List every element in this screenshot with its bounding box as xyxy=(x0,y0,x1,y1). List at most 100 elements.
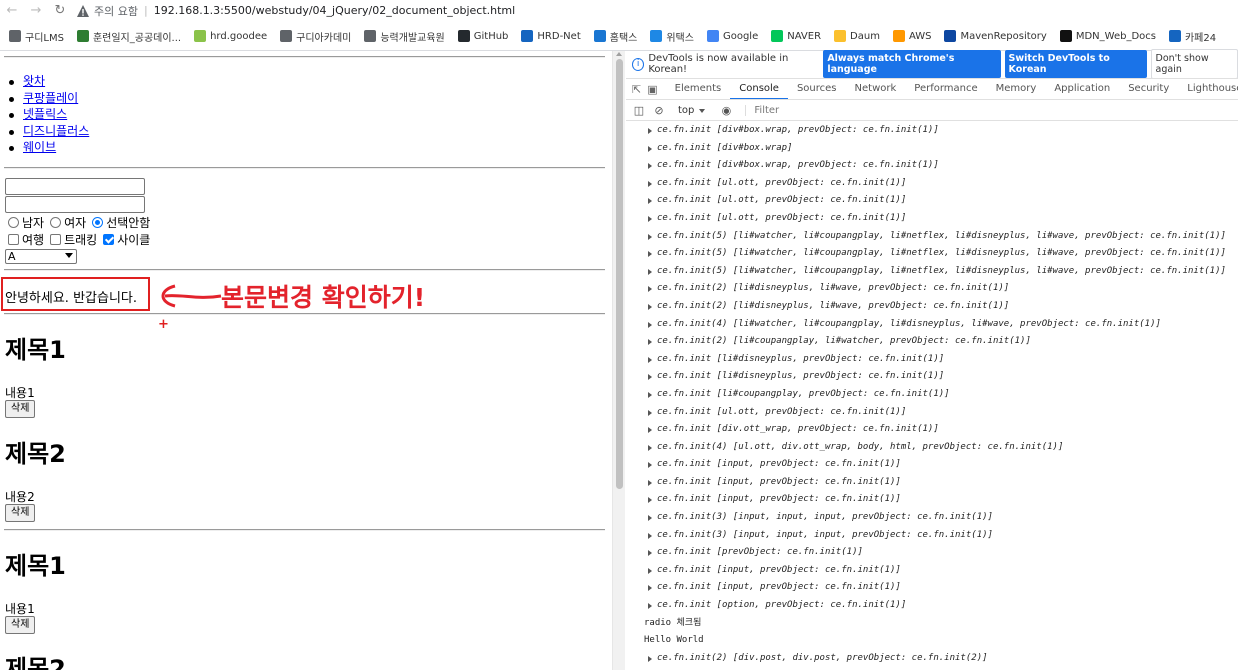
radio-button[interactable] xyxy=(92,216,104,228)
switch-korean-button[interactable]: Switch DevTools to Korean xyxy=(1004,50,1147,78)
console-log-entry[interactable]: ce.fn.init(4) [li#watcher, li#coupangpla… xyxy=(626,316,1238,334)
console-log-entry[interactable]: ce.fn.init [input, prevObject: ce.fn.ini… xyxy=(626,579,1238,597)
radio-label[interactable]: 여자 xyxy=(64,214,86,231)
console-log-entry[interactable]: ce.fn.init [option, prevObject: ce.fn.in… xyxy=(626,597,1238,615)
delete-button[interactable]: 삭제 xyxy=(5,504,36,522)
console-log-entry[interactable]: ce.fn.init(4) [ul.ott, div.ott_wrap, bod… xyxy=(626,439,1238,457)
tab-network[interactable]: Network xyxy=(846,79,906,99)
checkbox[interactable] xyxy=(8,233,19,245)
bookmark-item[interactable]: MDN_Web_Docs xyxy=(1059,30,1156,42)
checkbox-label[interactable]: 트래킹 xyxy=(64,231,97,248)
bookmark-item[interactable]: 구디LMS xyxy=(9,29,64,44)
console-log-entry[interactable]: ce.fn.init(3) [input, input, input, prev… xyxy=(626,527,1238,545)
bookmark-item[interactable]: Google xyxy=(706,30,758,42)
bookmark-item[interactable]: AWS xyxy=(892,30,931,42)
console-log-entry[interactable]: ce.fn.init [input, prevObject: ce.fn.ini… xyxy=(626,456,1238,474)
console-log-entry[interactable]: ce.fn.init(5) [li#watcher, li#coupangpla… xyxy=(626,228,1238,246)
console-log-entry[interactable]: ce.fn.init [ul.ott, prevObject: ce.fn.in… xyxy=(626,175,1238,193)
match-language-button[interactable]: Always match Chrome's language xyxy=(823,50,1001,78)
console-log-entry[interactable]: ce.fn.init(3) [input, input, input, prev… xyxy=(626,509,1238,527)
console-log-entry[interactable]: ce.fn.init [prevObject: ce.fn.init(1)] xyxy=(626,544,1238,562)
tab-memory[interactable]: Memory xyxy=(987,79,1046,99)
checkbox[interactable] xyxy=(50,233,62,245)
notice-text: DevTools is now available in Korean! xyxy=(648,53,789,75)
bookmark-item[interactable]: 구디아카데미 xyxy=(280,29,351,44)
console-log-entry[interactable]: ce.fn.init(2) [li#disneyplus, li#wave, p… xyxy=(626,280,1238,298)
console-log-entry[interactable]: ce.fn.init [ul.ott, prevObject: ce.fn.in… xyxy=(626,210,1238,228)
text-input-1[interactable] xyxy=(5,178,145,195)
scroll-up-icon[interactable] xyxy=(616,52,622,56)
back-icon[interactable]: ← xyxy=(0,3,24,18)
console-log-entry[interactable]: ce.fn.init(2) [li#disneyplus, li#wave, p… xyxy=(626,298,1238,316)
checkbox-label[interactable]: 사이클 xyxy=(117,231,150,248)
tab-security[interactable]: Security xyxy=(1119,79,1178,99)
ott-link[interactable]: 왓차 xyxy=(23,74,45,88)
console-log-entry[interactable]: ce.fn.init [li#coupangplay, prevObject: … xyxy=(626,386,1238,404)
forward-icon[interactable]: → xyxy=(24,3,48,18)
console-log-entry[interactable]: ce.fn.init [ul.ott, prevObject: ce.fn.in… xyxy=(626,192,1238,210)
bookmark-item[interactable]: 카페24 xyxy=(1168,29,1216,44)
console-log-entry[interactable]: ce.fn.init(2) [div.post, div.post, prevO… xyxy=(626,650,1238,668)
ott-link[interactable]: 웨이브 xyxy=(23,140,56,154)
warning-icon[interactable] xyxy=(76,4,90,18)
tab-elements[interactable]: Elements xyxy=(666,79,731,99)
console-log-entry[interactable]: ce.fn.init [input, prevObject: ce.fn.ini… xyxy=(626,562,1238,580)
bookmark-item[interactable]: hrd.goodee xyxy=(194,30,267,42)
console-log-entry[interactable]: ce.fn.init(5) [li#watcher, li#coupangpla… xyxy=(626,263,1238,281)
radio-button[interactable] xyxy=(50,216,62,228)
console-log-entry[interactable]: ce.fn.init [div#box.wrap, prevObject: ce… xyxy=(626,157,1238,175)
bookmark-item[interactable]: 위택스 xyxy=(650,29,694,44)
radio-label[interactable]: 남자 xyxy=(22,214,44,231)
bookmark-item[interactable]: Daum xyxy=(834,30,880,42)
radio-button[interactable] xyxy=(8,216,19,228)
bookmark-item[interactable]: HRD-Net xyxy=(521,30,581,42)
console-log-entry[interactable]: ce.fn.init [li#disneyplus, prevObject: c… xyxy=(626,368,1238,386)
tab-lighthouse[interactable]: Lighthouse xyxy=(1178,79,1238,99)
console-log-entry[interactable]: ce.fn.init [div.ott_wrap, prevObject: ce… xyxy=(626,421,1238,439)
tab-application[interactable]: Application xyxy=(1045,79,1119,99)
dont-show-again-button[interactable]: Don't show again xyxy=(1150,49,1238,79)
tab-console[interactable]: Console xyxy=(730,79,788,99)
bookmark-item[interactable]: NAVER xyxy=(771,30,821,42)
console-log-entry[interactable]: ce.fn.init(5) [li#watcher, li#coupangpla… xyxy=(626,245,1238,263)
list-item: 웨이브 xyxy=(8,139,89,156)
console-log-entry[interactable]: ce.fn.init [input, prevObject: ce.fn.ini… xyxy=(626,491,1238,509)
tab-sources[interactable]: Sources xyxy=(788,79,846,99)
device-toggle-icon[interactable]: ▣ xyxy=(647,82,657,96)
tab-performance[interactable]: Performance xyxy=(905,79,986,99)
sidebar-toggle-icon[interactable]: ◫ xyxy=(632,104,646,118)
console-log-entry[interactable]: ce.fn.init [input, prevObject: ce.fn.ini… xyxy=(626,474,1238,492)
filter-input[interactable]: Filter xyxy=(745,105,779,116)
console-log-entry[interactable]: ce.fn.init [div#box.wrap, prevObject: ce… xyxy=(626,122,1238,140)
radio-label[interactable]: 선택안함 xyxy=(106,214,150,231)
bookmark-item[interactable]: GitHub xyxy=(457,30,508,42)
ott-link[interactable]: 쿠팡플레이 xyxy=(23,91,78,105)
bookmark-favicon-icon xyxy=(706,30,719,42)
context-label: top xyxy=(678,105,695,116)
ott-link[interactable]: 디즈니플러스 xyxy=(23,124,89,138)
inspect-icon[interactable]: ⇱ xyxy=(632,82,641,96)
console-log-entry[interactable]: ce.fn.init(2) [li#coupangplay, li#watche… xyxy=(626,333,1238,351)
reload-icon[interactable]: ↻ xyxy=(48,3,72,18)
bookmark-item[interactable]: 홈택스 xyxy=(593,29,637,44)
context-selector[interactable]: top xyxy=(678,105,706,116)
scroll-thumb[interactable] xyxy=(616,59,623,489)
ott-link[interactable]: 넷플릭스 xyxy=(23,107,67,121)
console-log-entry[interactable]: ce.fn.init [ul.ott, prevObject: ce.fn.in… xyxy=(626,404,1238,422)
bookmark-item[interactable]: 훈련일지_공공데이... xyxy=(76,29,181,44)
text-input-2[interactable] xyxy=(5,196,145,213)
security-label[interactable]: 주의 요함 xyxy=(94,3,138,19)
bookmark-item[interactable]: MavenRepository xyxy=(944,30,1047,42)
page-scrollbar[interactable] xyxy=(612,51,625,670)
select-box[interactable]: A xyxy=(5,249,77,264)
checkbox-label[interactable]: 여행 xyxy=(22,231,44,248)
clear-console-icon[interactable]: ⊘ xyxy=(652,104,666,118)
eye-icon[interactable]: ◉ xyxy=(719,104,733,118)
delete-button[interactable]: 삭제 xyxy=(5,400,36,418)
bookmark-item[interactable]: 능력개발교육원 xyxy=(364,29,445,44)
checkbox[interactable] xyxy=(103,233,115,245)
console-log-entry[interactable]: ce.fn.init [div#box.wrap] xyxy=(626,140,1238,158)
console-log-entry[interactable]: ce.fn.init [li#disneyplus, prevObject: c… xyxy=(626,351,1238,369)
delete-button[interactable]: 삭제 xyxy=(5,616,36,634)
url-field[interactable]: 192.168.1.3:5500/webstudy/04_jQuery/02_d… xyxy=(154,4,515,17)
